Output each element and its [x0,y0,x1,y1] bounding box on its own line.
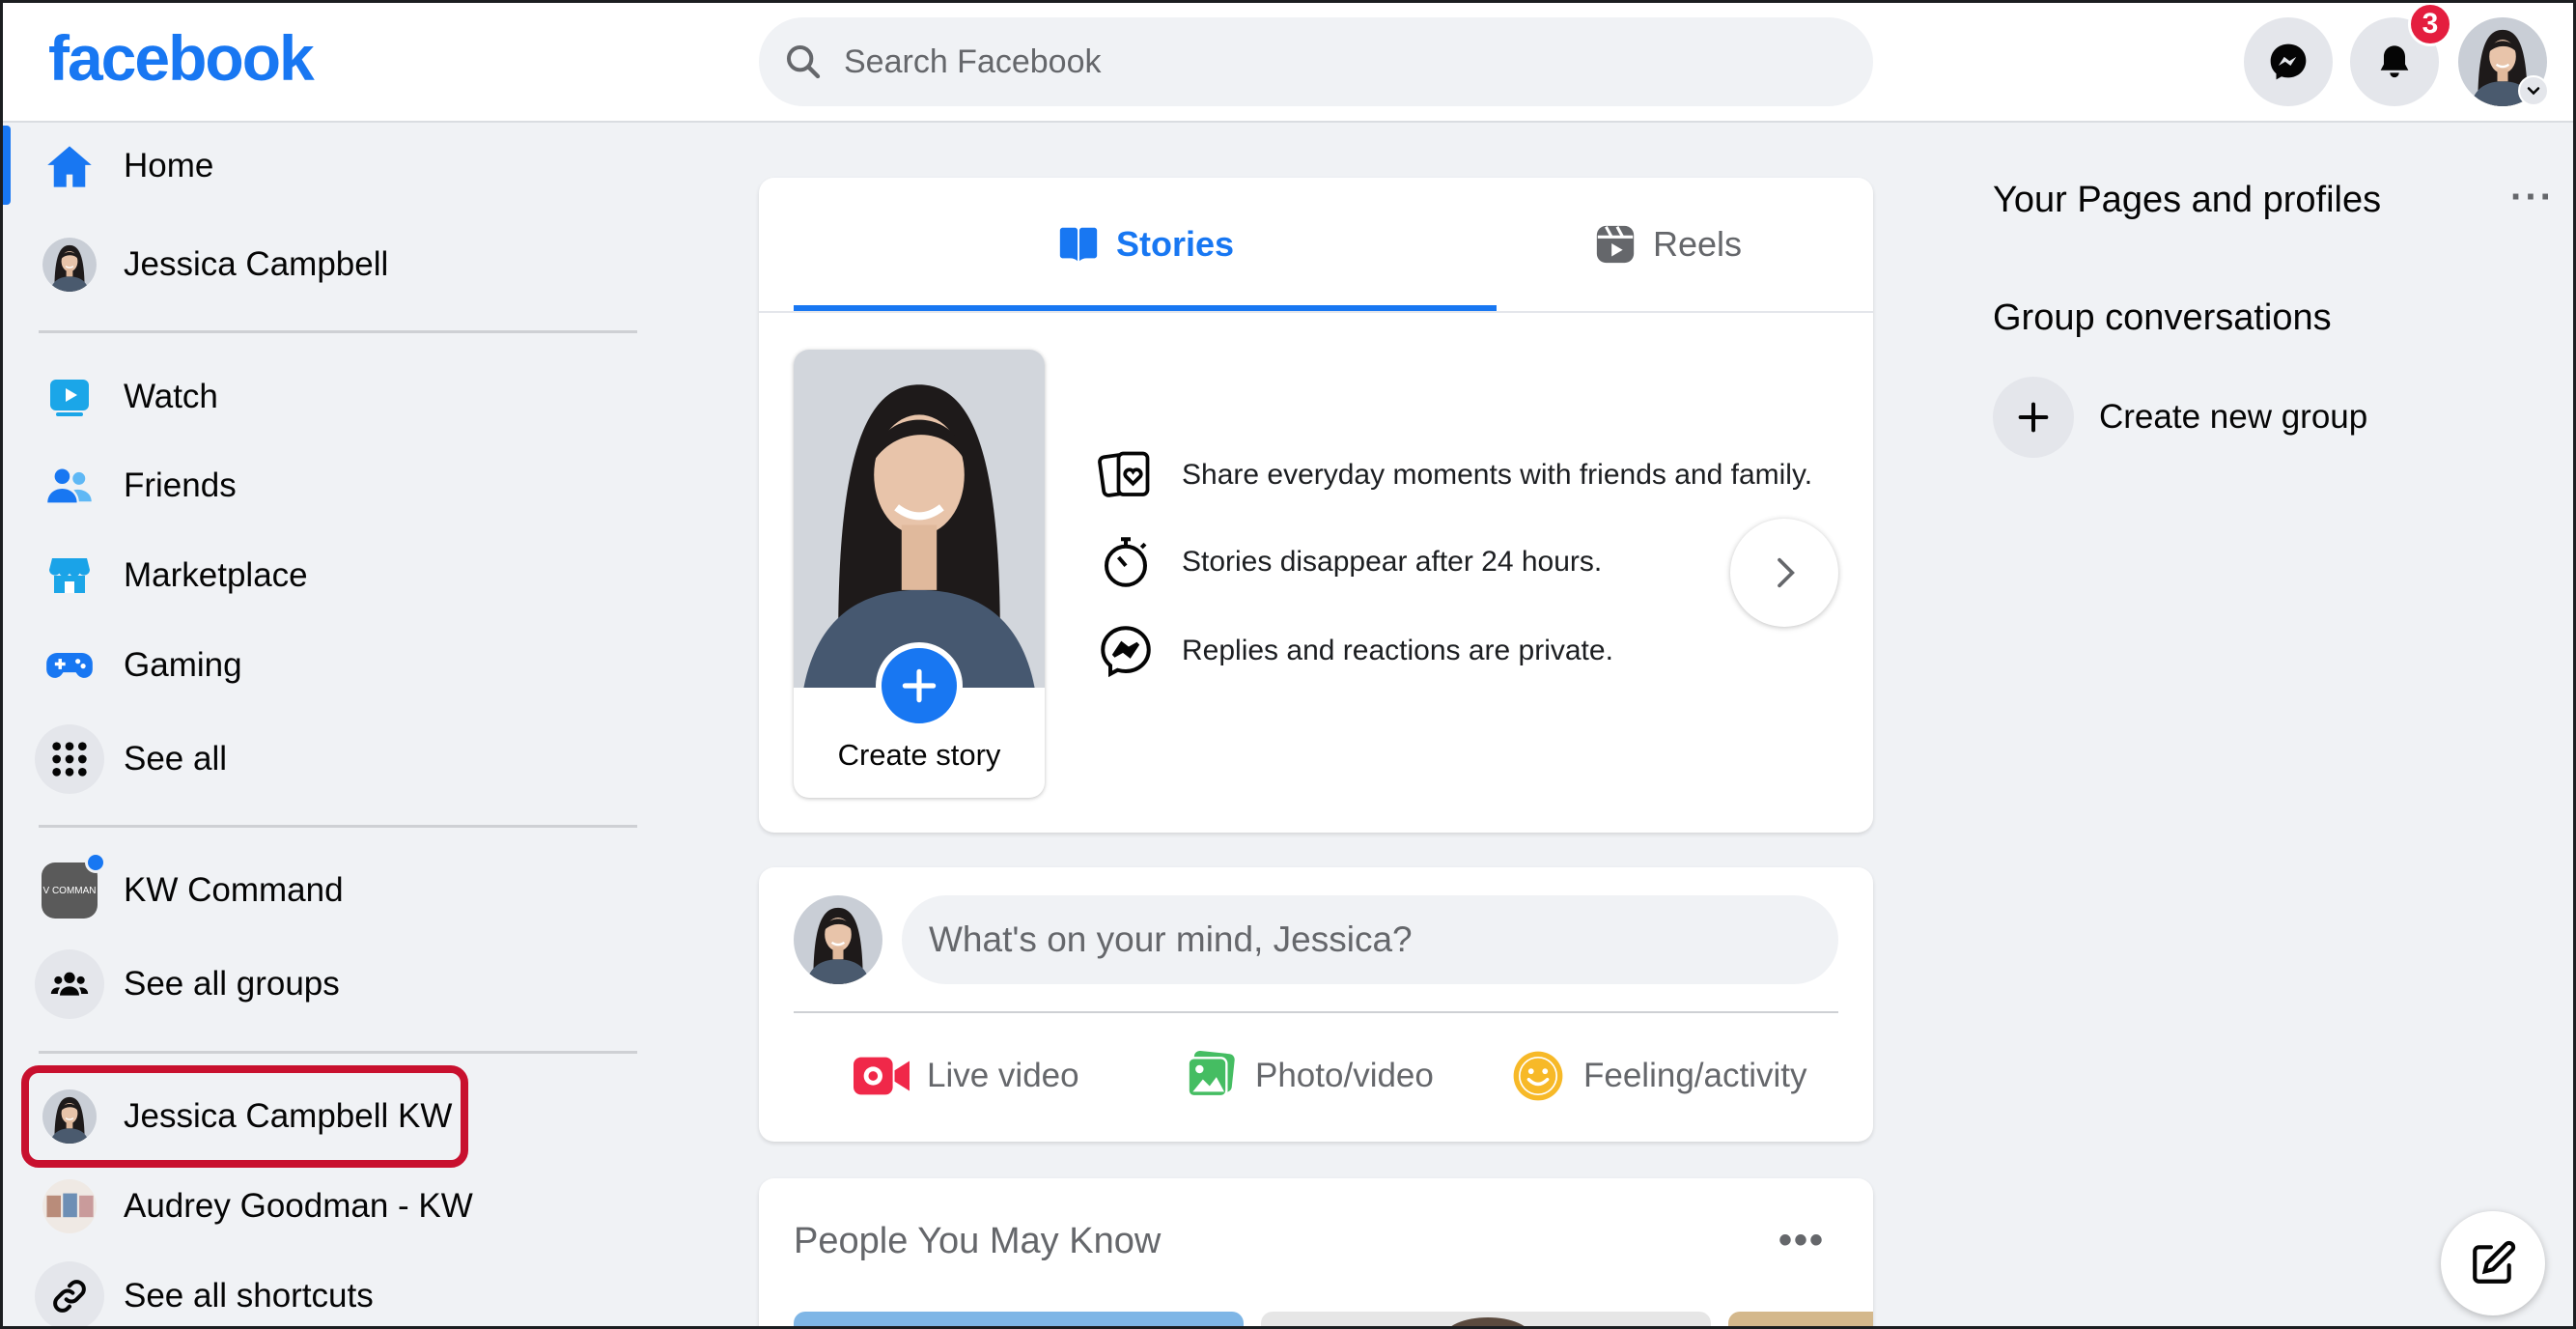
pages-more-icon[interactable]: ··· [2510,176,2555,219]
whats-on-your-mind-input[interactable]: What's on your mind, Jessica? [902,895,1838,984]
messenger-button[interactable] [2244,17,2333,106]
search-icon [787,45,821,79]
sidebar-item-see-all-groups[interactable]: See all groups [35,946,653,1023]
your-pages-heading: Your Pages and profiles [1993,180,2382,220]
story-profile-photo [794,350,1045,688]
active-indicator [3,126,11,205]
plus-icon [1993,377,2074,458]
reels-icon [1596,225,1635,264]
search-input[interactable] [844,42,1809,81]
sidebar-item-see-all-shortcuts[interactable]: See all shortcuts [35,1258,653,1329]
sidebar-item-label: See all shortcuts [124,1277,374,1315]
page-avatar [42,1179,97,1233]
avatar [42,238,97,292]
active-tab-underline [794,305,1497,311]
story-info-row: Share everyday moments with friends and … [1097,446,1812,504]
group-conversations-heading: Group conversations [1993,297,2332,338]
unread-dot [85,852,106,873]
gaming-icon [35,631,104,700]
photo-icon [1187,1050,1235,1098]
story-info-row: Replies and reactions are private. [1097,622,1613,680]
pymk-title: People You May Know [794,1221,1162,1261]
create-new-group-button[interactable]: Create new group [1993,377,2367,458]
cards-heart-icon [1098,451,1150,497]
story-info-row: Stories disappear after 24 hours. [1097,533,1602,591]
sidebar-item-see-all[interactable]: See all [35,721,653,798]
sidebar-item-home[interactable]: Home [35,127,653,205]
sidebar-item-label: Gaming [124,646,242,684]
suggestion-thumbnail[interactable] [1728,1312,1873,1329]
add-story-button[interactable] [876,642,963,729]
photo-video-button[interactable]: Photo/video [1184,1041,1434,1111]
create-story-label: Create story [837,738,1001,772]
divider [794,1011,1838,1013]
marketplace-icon [35,541,104,610]
tab-stories[interactable]: Stories [794,178,1497,311]
smiley-icon [1513,1051,1563,1101]
chevron-right-icon [1778,557,1795,588]
messenger-outline-icon [1101,626,1151,678]
bell-icon [2380,45,2409,78]
divider [39,330,637,333]
compose-icon [2473,1240,2516,1284]
pymk-more-icon[interactable]: ••• [1778,1219,1825,1262]
sidebar-item-gaming[interactable]: Gaming [35,627,653,704]
sidebar-item-label: Home [124,147,214,184]
sidebar-item-marketplace[interactable]: Marketplace [35,537,653,614]
sidebar-item-label: Jessica Campbell [124,245,389,283]
book-icon [1059,227,1098,262]
tab-divider [759,311,1873,313]
live-video-button[interactable]: Live video [854,1041,1079,1111]
grid-icon [35,724,104,794]
plus-icon [902,668,937,703]
create-story-card[interactable] [794,350,1045,798]
stopwatch-icon [1105,537,1147,587]
account-chevron-down-icon[interactable] [2518,75,2549,106]
facebook-logo[interactable]: facebook [48,21,315,95]
tab-reels[interactable]: Reels [1497,178,1838,311]
divider [39,1051,637,1054]
sidebar-item-label: Watch [124,378,218,415]
groups-icon [35,949,104,1019]
new-message-button[interactable] [2441,1211,2545,1315]
sidebar-item-label: KW Command [124,871,344,909]
home-icon [35,131,104,201]
sidebar-item-label: Audrey Goodman - KW [124,1187,473,1225]
suggestion-thumbnail[interactable] [1261,1312,1711,1329]
sidebar-item-label: Friends [124,467,237,504]
watch-icon [35,362,104,432]
live-video-icon [854,1057,910,1095]
sidebar-group-kw-command[interactable]: V COMMAN KW Command [35,852,653,929]
sidebar-item-watch[interactable]: Watch [35,358,653,436]
suggestion-thumbnail[interactable] [794,1312,1244,1329]
sidebar-item-label: Marketplace [124,556,308,594]
top-bar: facebook 3 [0,0,2576,123]
sidebar-item-label: See all [124,740,228,778]
composer-avatar[interactable] [794,895,882,984]
stories-next-button[interactable] [1730,519,1838,627]
messenger-icon [2270,43,2307,80]
feeling-activity-button[interactable]: Feeling/activity [1510,1041,1806,1111]
sidebar-item-profile[interactable]: Jessica Campbell [35,226,653,303]
highlight-box [21,1065,468,1168]
sidebar-shortcut-audrey-goodman-kw[interactable]: Audrey Goodman - KW [35,1168,653,1245]
notification-badge: 3 [2408,2,2452,46]
friends-icon [35,451,104,521]
sidebar-item-label: See all groups [124,965,340,1003]
sidebar-item-friends[interactable]: Friends [35,447,653,524]
link-icon [35,1261,104,1329]
search-bar[interactable] [759,17,1873,106]
divider [39,825,637,828]
